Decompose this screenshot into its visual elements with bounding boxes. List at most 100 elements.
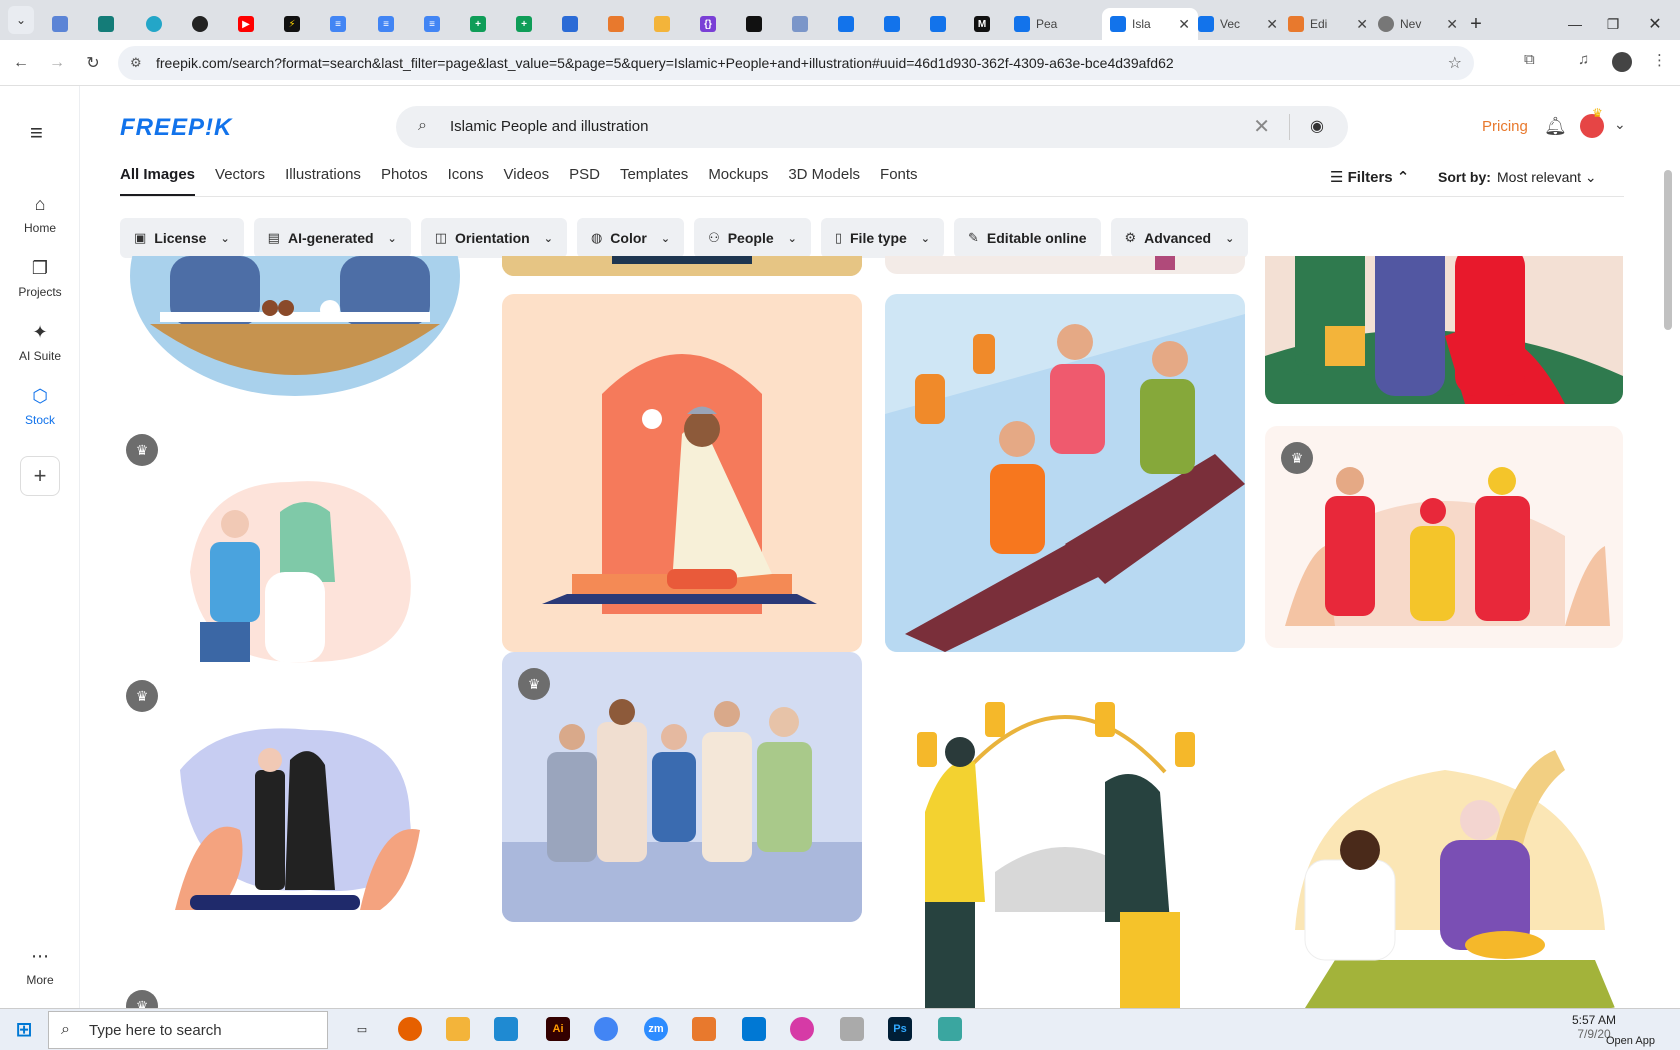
image-card[interactable] bbox=[885, 256, 1245, 274]
sidebar-item-more[interactable]: ⋯ More bbox=[0, 946, 80, 987]
pinned-tab[interactable] bbox=[142, 8, 166, 40]
image-card[interactable] bbox=[160, 462, 430, 672]
page-scrollbar[interactable] bbox=[1664, 170, 1672, 330]
new-tab-button[interactable]: + bbox=[1464, 8, 1488, 40]
photoshop-icon[interactable]: Ps bbox=[888, 1017, 912, 1041]
image-card[interactable] bbox=[160, 710, 430, 920]
close-tab-icon[interactable]: ✕ bbox=[1356, 16, 1368, 33]
people-filter[interactable]: ⚇ People ⌄ bbox=[694, 218, 811, 258]
tab-videos[interactable]: Videos bbox=[494, 166, 560, 196]
chevron-down-icon[interactable]: ⌄ bbox=[1614, 116, 1626, 133]
pinned-tab[interactable] bbox=[558, 8, 582, 40]
address-bar[interactable]: ⚙ freepik.com/search?format=search&last_… bbox=[118, 46, 1474, 80]
outlook-icon[interactable] bbox=[742, 1017, 766, 1041]
image-card[interactable] bbox=[502, 652, 862, 922]
forward-button[interactable]: → bbox=[44, 50, 70, 76]
sidebar-item-ai-suite[interactable]: ✦ AI Suite bbox=[0, 322, 80, 363]
pinned-tab[interactable] bbox=[742, 8, 766, 40]
pinned-tab[interactable]: ⚡ bbox=[280, 8, 304, 40]
browser-tab[interactable]: Edi ✕ bbox=[1280, 8, 1376, 40]
pinned-tab[interactable] bbox=[880, 8, 904, 40]
tab-templates[interactable]: Templates bbox=[610, 166, 698, 196]
image-card[interactable] bbox=[885, 652, 1245, 1008]
close-tab-icon[interactable]: ✕ bbox=[1178, 16, 1190, 33]
file-type-filter[interactable]: ▯ File type ⌄ bbox=[820, 218, 945, 258]
vscode-icon[interactable] bbox=[494, 1017, 518, 1041]
pinned-tab[interactable] bbox=[926, 8, 950, 40]
firefox-icon[interactable] bbox=[398, 1017, 422, 1041]
sidebar-item-home[interactable]: ⌂ Home bbox=[0, 194, 80, 235]
windows-start-icon[interactable]: ⊞ bbox=[12, 1017, 36, 1041]
advanced-filter[interactable]: ⚙ Advanced ⌄ bbox=[1110, 218, 1249, 258]
pinned-tab[interactable]: + bbox=[466, 8, 490, 40]
extensions-icon[interactable]: ⧉ bbox=[1524, 51, 1535, 68]
search-input[interactable]: Islamic People and illustration bbox=[450, 118, 648, 135]
reload-button[interactable]: ↻ bbox=[80, 50, 106, 76]
pinned-tab[interactable]: {} bbox=[696, 8, 720, 40]
orientation-filter[interactable]: ◫ Orientation ⌄ bbox=[420, 218, 567, 258]
tab-icons[interactable]: Icons bbox=[438, 166, 494, 196]
file-explorer-icon[interactable] bbox=[446, 1017, 470, 1041]
task-view-icon[interactable]: ▭ bbox=[350, 1017, 374, 1041]
image-card[interactable] bbox=[1265, 256, 1623, 404]
search-bar[interactable]: ⌕ Islamic People and illustration ✕ ◉ bbox=[396, 106, 1348, 148]
tab-fonts[interactable]: Fonts bbox=[870, 166, 928, 196]
site-info-icon[interactable]: ⚙ bbox=[130, 55, 142, 71]
tab-photos[interactable]: Photos bbox=[371, 166, 438, 196]
color-filter[interactable]: ◍ Color ⌄ bbox=[576, 218, 685, 258]
menu-kebab-icon[interactable]: ⋮ bbox=[1652, 51, 1667, 69]
sidebar-item-stock[interactable]: ⬡ Stock bbox=[0, 386, 80, 427]
ai-generated-filter[interactable]: ▤ AI-generated ⌄ bbox=[253, 218, 411, 258]
clear-search-icon[interactable]: ✕ bbox=[1253, 114, 1270, 139]
chrome-icon[interactable] bbox=[594, 1017, 618, 1041]
profile-avatar[interactable] bbox=[1612, 52, 1632, 72]
camera-search-icon[interactable]: ◉ bbox=[1310, 116, 1324, 136]
media-icon[interactable]: ♫ bbox=[1578, 51, 1589, 68]
close-tab-icon[interactable]: ✕ bbox=[1266, 16, 1278, 33]
tab-mockups[interactable]: Mockups bbox=[698, 166, 778, 196]
sort-dropdown[interactable]: Most relevant ⌄ bbox=[1497, 169, 1597, 186]
pinned-tab[interactable] bbox=[604, 8, 628, 40]
tab-search-button[interactable]: ⌄ bbox=[8, 6, 34, 34]
illustrator-icon[interactable]: Ai bbox=[546, 1017, 570, 1041]
pinned-tab[interactable]: ▶ bbox=[234, 8, 258, 40]
browser-tab[interactable]: Vec ✕ bbox=[1190, 8, 1286, 40]
tab-vectors[interactable]: Vectors bbox=[205, 166, 275, 196]
pinned-tab[interactable] bbox=[48, 8, 72, 40]
hamburger-menu-icon[interactable]: ≡ bbox=[30, 120, 43, 146]
browser-tab-active[interactable]: Isla ✕ bbox=[1102, 8, 1198, 40]
app-icon[interactable] bbox=[938, 1017, 962, 1041]
pinned-tab[interactable]: ≡ bbox=[326, 8, 350, 40]
sidebar-item-projects[interactable]: ❐ Projects bbox=[0, 258, 80, 299]
pricing-link[interactable]: Pricing bbox=[1482, 118, 1528, 135]
image-card[interactable] bbox=[1265, 730, 1623, 1008]
pinned-tab[interactable] bbox=[188, 8, 212, 40]
restore-button[interactable]: ❐ bbox=[1598, 8, 1628, 40]
license-filter[interactable]: ▣ License ⌄ bbox=[120, 218, 244, 258]
image-card[interactable] bbox=[885, 294, 1245, 652]
close-window-button[interactable]: ✕ bbox=[1640, 8, 1670, 40]
image-card[interactable] bbox=[130, 256, 460, 396]
image-card[interactable] bbox=[502, 256, 862, 276]
tab-all-images[interactable]: All Images bbox=[120, 166, 205, 196]
browser-tab[interactable]: Nev ✕ bbox=[1370, 8, 1466, 40]
pinned-tab[interactable] bbox=[834, 8, 858, 40]
minimize-button[interactable]: — bbox=[1560, 8, 1590, 40]
editable-online-filter[interactable]: ✎ Editable online bbox=[954, 218, 1101, 258]
image-card[interactable] bbox=[502, 294, 862, 652]
zoom-icon[interactable]: zm bbox=[644, 1017, 668, 1041]
close-tab-icon[interactable]: ✕ bbox=[1446, 16, 1458, 33]
tab-illustrations[interactable]: Illustrations bbox=[275, 166, 371, 196]
back-button[interactable]: ← bbox=[8, 50, 34, 76]
pinned-tab[interactable]: ≡ bbox=[420, 8, 444, 40]
pinned-tab[interactable] bbox=[788, 8, 812, 40]
creative-cloud-icon[interactable] bbox=[790, 1017, 814, 1041]
pinned-tab[interactable]: ≡ bbox=[374, 8, 398, 40]
browser-tab[interactable]: Pea bbox=[1006, 8, 1102, 40]
filters-toggle[interactable]: ☰ Filters ⌃ bbox=[1330, 168, 1409, 186]
xampp-icon[interactable] bbox=[692, 1017, 716, 1041]
tab-psd[interactable]: PSD bbox=[559, 166, 610, 196]
pen-tool-icon[interactable] bbox=[840, 1017, 864, 1041]
open-app-label[interactable]: Open App bbox=[1606, 1035, 1655, 1047]
pinned-tab[interactable]: + bbox=[512, 8, 536, 40]
